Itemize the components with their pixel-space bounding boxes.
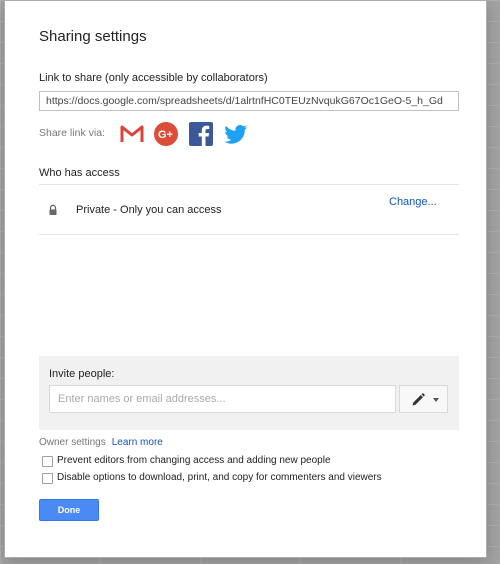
share-link-field[interactable]	[39, 91, 459, 111]
checkbox-label: Disable options to download, print, and …	[57, 472, 382, 483]
invite-label: Invite people:	[49, 368, 115, 380]
learn-more-link[interactable]: Learn more	[112, 437, 163, 448]
permission-dropdown-button[interactable]	[399, 385, 448, 413]
checkbox-box[interactable]	[42, 456, 53, 467]
facebook-icon[interactable]	[188, 121, 214, 147]
google-plus-icon[interactable]: G+	[153, 121, 179, 147]
svg-text:G+: G+	[158, 129, 173, 141]
done-button[interactable]: Done	[39, 499, 99, 521]
link-share-label: Link to share (only accessible by collab…	[39, 72, 268, 84]
dialog-title: Sharing settings	[39, 28, 147, 45]
owner-settings-label: Owner settings	[39, 437, 106, 448]
owner-settings-row: Owner settings Learn more	[39, 437, 163, 448]
gmail-icon[interactable]	[119, 121, 145, 147]
lock-icon	[47, 203, 59, 215]
who-has-access-label: Who has access	[39, 167, 120, 179]
checkbox-box[interactable]	[42, 473, 53, 484]
invite-panel: Invite people:	[39, 356, 459, 430]
checkbox-label: Prevent editors from changing access and…	[57, 455, 331, 466]
chevron-down-icon	[433, 398, 439, 402]
invite-people-input[interactable]	[49, 385, 396, 413]
access-entry: Private - Only you can access Change...	[39, 184, 459, 235]
pencil-icon	[410, 392, 426, 408]
access-level-text: Private - Only you can access	[76, 204, 222, 216]
share-via-label: Share link via:	[39, 127, 105, 139]
twitter-icon[interactable]	[223, 121, 249, 147]
sharing-dialog: Sharing settings Link to share (only acc…	[4, 0, 487, 558]
change-access-link[interactable]: Change...	[389, 196, 437, 208]
